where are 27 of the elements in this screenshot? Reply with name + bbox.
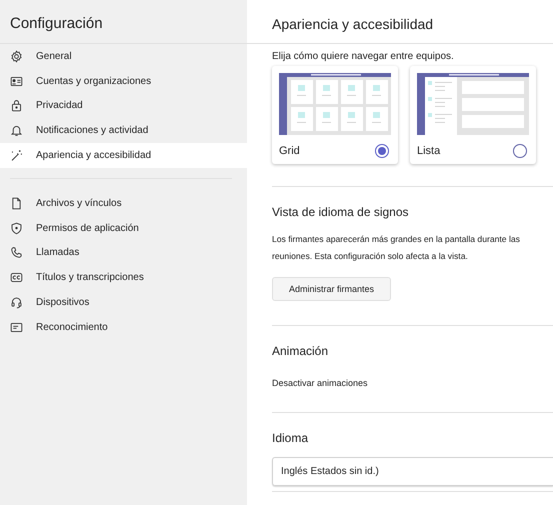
layout-option-label: Lista <box>417 145 440 157</box>
phone-icon <box>10 246 23 260</box>
layout-option-label: Grid <box>279 145 300 157</box>
page-title: Apariencia y accesibilidad <box>247 0 553 44</box>
section-heading: Idioma <box>272 431 310 445</box>
layout-option-card[interactable]: Grid <box>272 66 398 164</box>
headset-icon <box>10 296 23 310</box>
lock-icon <box>10 99 23 112</box>
section-heading: Vista de idioma de signos <box>272 205 410 219</box>
layout-option-card[interactable]: Lista <box>410 66 536 164</box>
sidebar-item[interactable]: Apariencia y accesibilidad <box>0 143 247 168</box>
section-description: Los firmantes aparecerán más grandes en la pantalla durante las reuniones. Esta configuración solo afecta a la vista. <box>272 233 521 263</box>
layout-prompt: Elija cómo quiere navegar entre equipos. <box>272 51 455 62</box>
file-icon <box>10 196 23 210</box>
cc-icon <box>10 271 23 284</box>
textbox-icon <box>10 320 23 334</box>
section-heading: Animación <box>272 344 330 358</box>
radio-button[interactable] <box>513 144 527 158</box>
wand-icon <box>10 149 23 162</box>
bell-icon <box>10 124 23 138</box>
setting-label: Desactivar animaciones <box>272 377 369 388</box>
card-icon <box>10 74 23 88</box>
gear-icon <box>10 50 23 63</box>
radio-button[interactable] <box>375 144 389 158</box>
manage-signers-button[interactable]: Administrar firmantes <box>272 277 392 301</box>
language-dropdown[interactable]: Inglés Estados sin id.) <box>272 457 553 486</box>
shield-icon <box>10 222 23 235</box>
